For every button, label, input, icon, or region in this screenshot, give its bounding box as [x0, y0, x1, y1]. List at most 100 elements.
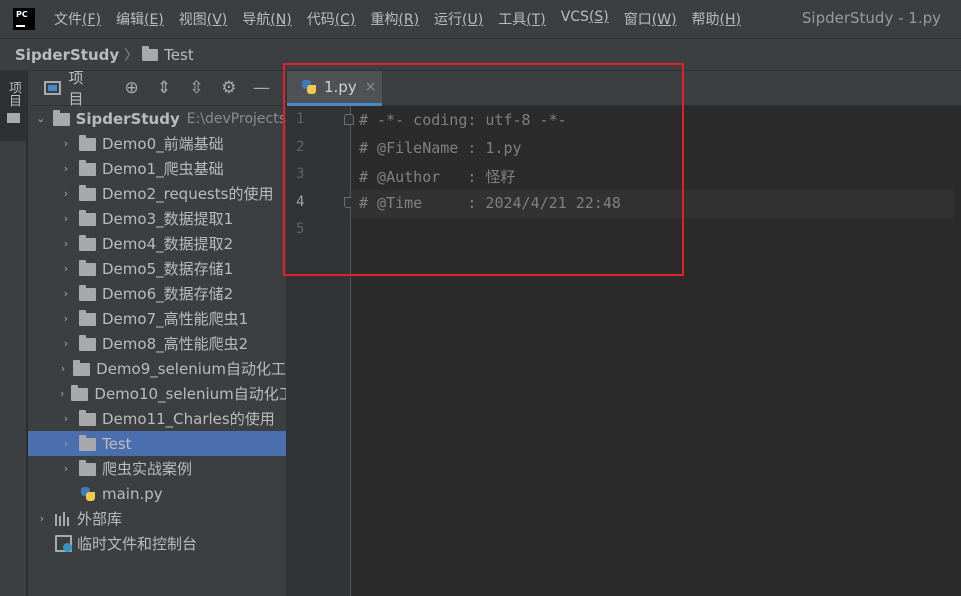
- menu-item-3[interactable]: 导航(N): [242, 9, 291, 29]
- chevron-right-icon[interactable]: ›: [60, 362, 66, 375]
- tree-folder[interactable]: › Demo4_数据提取2: [28, 231, 286, 256]
- tree-folder[interactable]: › Demo8_高性能爬虫2: [28, 331, 286, 356]
- menu-item-mnemonic: (T): [526, 12, 546, 28]
- folder-icon: [79, 235, 96, 251]
- chevron-right-icon[interactable]: ›: [60, 237, 72, 250]
- chevron-right-icon[interactable]: ›: [60, 162, 72, 175]
- chevron-right-icon[interactable]: ›: [36, 512, 48, 525]
- folder-icon: [79, 185, 96, 201]
- menu-item-2[interactable]: 视图(V): [179, 9, 228, 29]
- menu-item-5[interactable]: 重构(R): [370, 9, 419, 29]
- menu-item-mnemonic: (F): [82, 12, 101, 28]
- tree-folder-label: Demo11_Charles的使用: [102, 410, 275, 428]
- menu-item-9[interactable]: 窗口(W): [624, 9, 677, 29]
- line-number: 2: [296, 138, 305, 155]
- line-number: 5: [296, 221, 305, 237]
- chevron-right-icon[interactable]: ›: [60, 187, 72, 200]
- chevron-right-icon[interactable]: ›: [60, 412, 72, 425]
- chevron-right-icon[interactable]: ›: [60, 387, 64, 400]
- line-number: 3: [296, 166, 305, 182]
- tree-folder-label: Demo9_selenium自动化工: [96, 360, 286, 378]
- tree-folder[interactable]: › Test: [28, 431, 286, 456]
- chevron-right-icon[interactable]: ›: [60, 437, 72, 450]
- tree-folder[interactable]: › Demo6_数据存储2: [28, 281, 286, 306]
- tree-folder-label: Demo3_数据提取1: [102, 210, 234, 228]
- breadcrumb-root[interactable]: SipderStudy: [15, 46, 119, 64]
- menu-item-4[interactable]: 代码(C): [307, 9, 356, 29]
- tree-file-label: main.py: [102, 484, 163, 503]
- expand-all-icon[interactable]: ⇕: [156, 79, 172, 97]
- tree-folder-label: Demo4_数据提取2: [102, 235, 234, 253]
- tree-file-main[interactable]: main.py: [28, 481, 286, 506]
- folder-icon: [79, 160, 96, 176]
- code-line[interactable]: # -*- coding: utf-8 -*-: [359, 111, 567, 129]
- tree-folder[interactable]: › Demo7_高性能爬虫1: [28, 306, 286, 331]
- chevron-right-icon[interactable]: ›: [60, 462, 72, 475]
- menu-item-8[interactable]: VCS(S): [561, 9, 609, 29]
- tree-folder[interactable]: › Demo1_爬虫基础: [28, 156, 286, 181]
- chevron-down-icon[interactable]: ⌄: [36, 112, 46, 125]
- menu-item-mnemonic: (E): [143, 12, 164, 28]
- python-file-icon: [80, 486, 96, 502]
- gear-icon[interactable]: ⚙: [221, 79, 237, 97]
- line-number: 4: [296, 193, 305, 210]
- folder-icon: [79, 410, 96, 426]
- tree-folder[interactable]: › Demo11_Charles的使用: [28, 406, 286, 431]
- menu-item-label: 文件: [54, 12, 82, 28]
- project-toolbar: 项目 ⊕ ⇕ ⇳ ⚙ —: [28, 71, 286, 109]
- menu-item-label: 工具: [498, 12, 527, 28]
- target-icon[interactable]: ⊕: [123, 79, 139, 97]
- tree-folder[interactable]: › 爬虫实战案例: [28, 456, 286, 481]
- close-icon[interactable]: ×: [365, 79, 377, 95]
- project-tool-tab[interactable]: 项目: [0, 71, 27, 141]
- tree-folder-label: Test: [102, 434, 132, 453]
- collapse-all-icon[interactable]: ⇳: [188, 79, 204, 97]
- code-line[interactable]: # @FileName : 1.py: [359, 139, 522, 157]
- tree-folder[interactable]: › Demo5_数据存储1: [28, 256, 286, 281]
- menu-item-label: 导航: [242, 12, 271, 28]
- line-gutter: 1 2 3 4 5: [287, 106, 354, 596]
- tree-folder-label: Demo7_高性能爬虫1: [102, 310, 249, 328]
- menu-item-0[interactable]: 文件(F): [54, 9, 101, 29]
- chevron-right-icon[interactable]: ›: [60, 262, 72, 275]
- folder-icon: [79, 135, 96, 151]
- menu-item-label: 窗口: [623, 12, 652, 28]
- folder-list: › Demo0_前端基础 › Demo1_爬虫基础 › Demo2_requests的使用…: [28, 131, 286, 481]
- menu-item-1[interactable]: 编辑(E): [116, 9, 164, 29]
- fold-start-icon[interactable]: [344, 114, 354, 125]
- menu-item-10[interactable]: 帮助(H): [692, 9, 741, 29]
- project-panel: 项目 ⊕ ⇕ ⇳ ⚙ — ⌄ SipderStudy E:\devProject…: [28, 71, 286, 596]
- tree-root-path: E:\devProjects: [186, 110, 286, 127]
- tree-folder[interactable]: › Demo2_requests的使用: [28, 181, 286, 206]
- menu-item-6[interactable]: 运行(U): [434, 9, 483, 29]
- tree-folder[interactable]: › Demo9_selenium自动化工: [28, 356, 286, 381]
- menu-item-mnemonic: (C): [334, 12, 356, 28]
- tree-folder[interactable]: › Demo0_前端基础: [28, 131, 286, 156]
- menu-item-7[interactable]: 工具(T): [498, 9, 545, 29]
- tab-1-py[interactable]: 1.py ×: [287, 71, 382, 106]
- project-view-icon[interactable]: [44, 81, 61, 95]
- tree-external-libs[interactable]: › 外部库: [28, 506, 286, 531]
- tree-root[interactable]: ⌄ SipderStudy E:\devProjects: [28, 106, 286, 131]
- project-title[interactable]: 项目: [69, 71, 98, 109]
- menu-item-mnemonic: (W): [651, 12, 677, 28]
- breadcrumb-current[interactable]: Test: [164, 46, 194, 64]
- chevron-right-icon[interactable]: ›: [60, 337, 72, 350]
- hide-icon[interactable]: —: [253, 79, 270, 97]
- chevron-right-icon[interactable]: ›: [60, 287, 72, 300]
- tree-scratches[interactable]: 临时文件和控制台: [28, 531, 286, 556]
- line-number: 1: [296, 111, 305, 127]
- menu-bar: PC 文件(F) 编辑(E) 视图(V) 导航(N) 代码(C) 重构(R) 运行(U) 工具…: [0, 0, 961, 38]
- menu-items: 文件(F) 编辑(E) 视图(V) 导航(N) 代码(C) 重构(R) 运行(U) 工具(T)…: [54, 9, 756, 29]
- chevron-right-icon[interactable]: ›: [60, 212, 72, 225]
- chevron-right-icon[interactable]: ›: [60, 312, 72, 325]
- editor: 1.py × 1 2 3 4 5 # -*- coding: utf-8 -*- # @F…: [286, 71, 961, 596]
- pycharm-logo-icon[interactable]: PC: [10, 5, 38, 33]
- folder-icon: [79, 435, 96, 451]
- menu-item-label: 代码: [306, 12, 335, 28]
- tree-folder[interactable]: › Demo10_selenium自动化工: [28, 381, 286, 406]
- code-line[interactable]: # @Author : 怪籽: [359, 166, 515, 187]
- tree-folder[interactable]: › Demo3_数据提取1: [28, 206, 286, 231]
- chevron-right-icon[interactable]: ›: [60, 137, 72, 150]
- code-line[interactable]: # @Time : 2024/4/21 22:48: [359, 194, 621, 212]
